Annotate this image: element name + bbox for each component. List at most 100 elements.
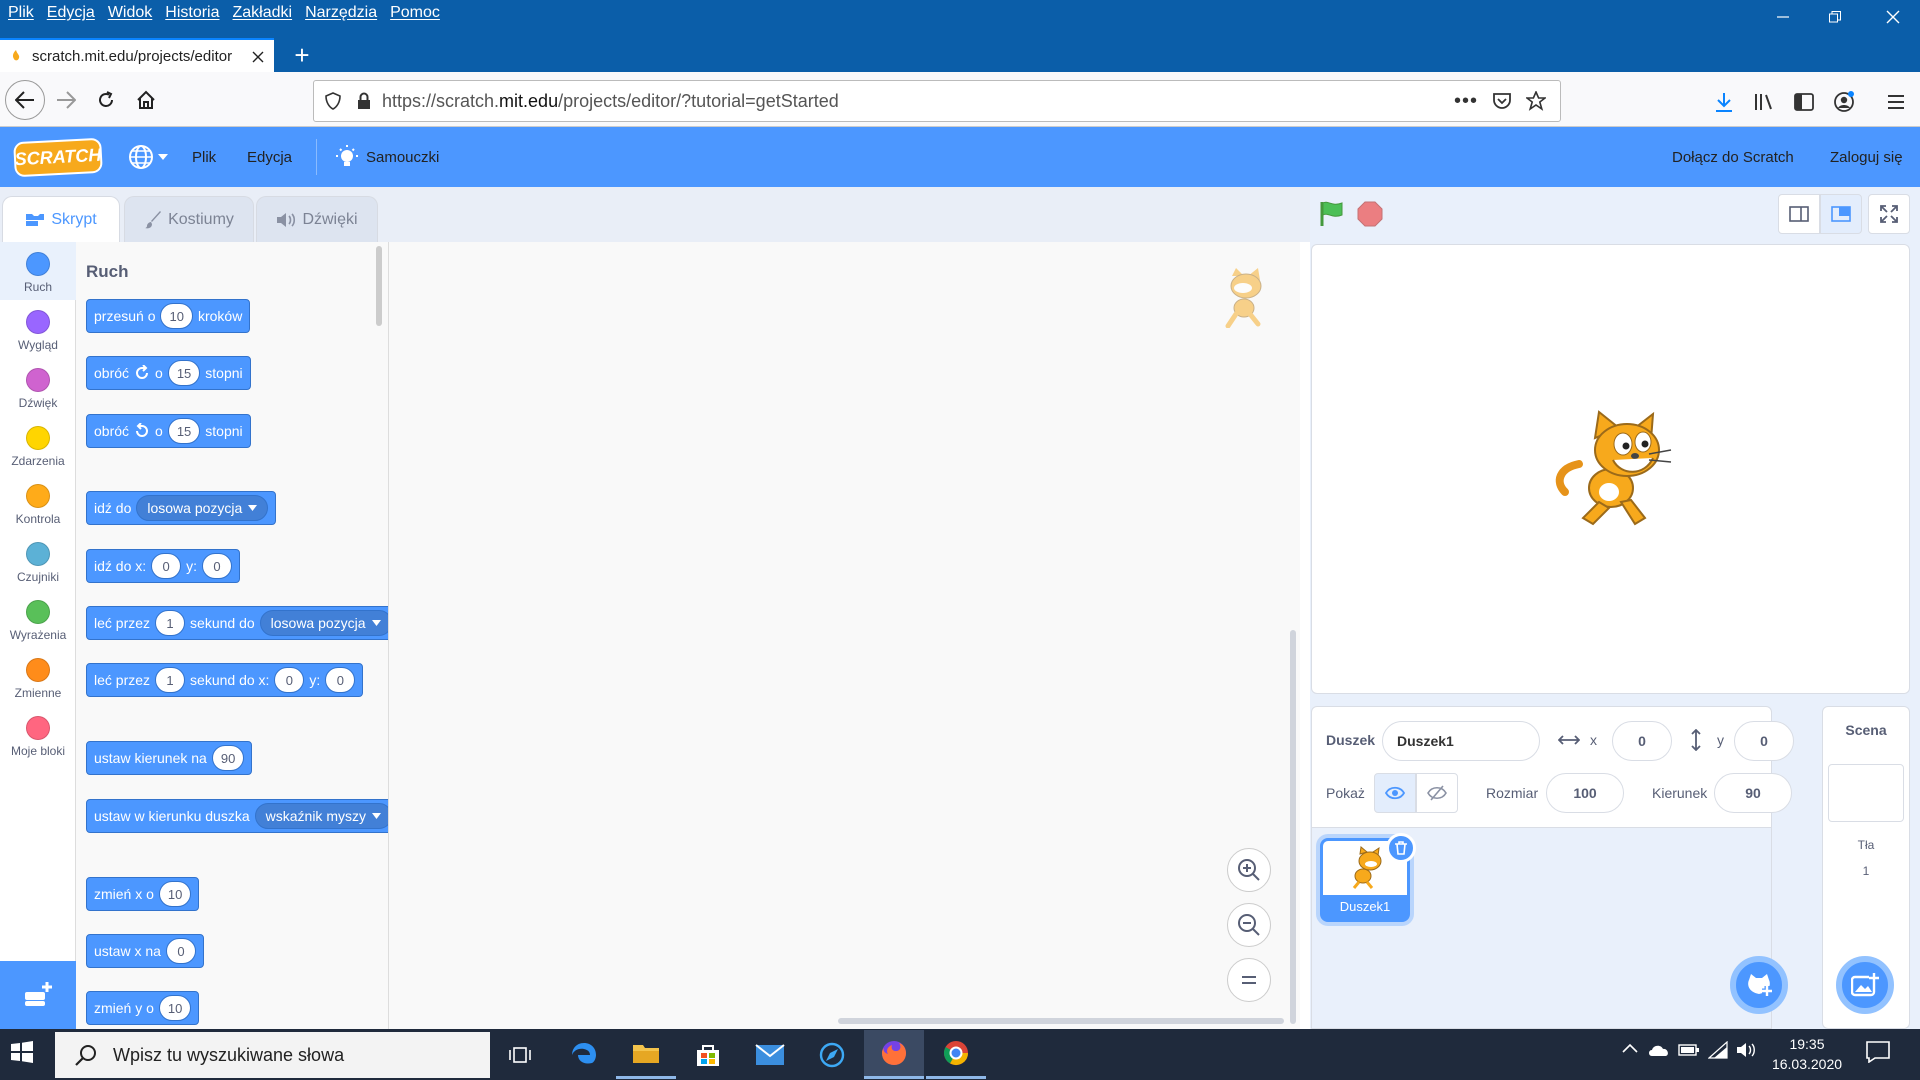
category-5[interactable]: Kontrola — [0, 474, 76, 532]
y-input[interactable]: 0 — [325, 667, 356, 693]
set-x-input[interactable]: 0 — [165, 938, 196, 964]
mail-app[interactable] — [740, 1030, 800, 1079]
account-button[interactable] — [1824, 82, 1864, 122]
menu-view[interactable]: Widok — [108, 0, 152, 25]
glide-to-dropdown[interactable]: losowa pozycja — [259, 610, 388, 636]
cat-sprite[interactable] — [1549, 406, 1681, 538]
menu-edit[interactable]: Edycja — [47, 0, 95, 25]
change-x-input[interactable]: 10 — [158, 881, 192, 907]
menu-history[interactable]: Historia — [165, 0, 219, 25]
zoom-in-button[interactable] — [1227, 848, 1271, 892]
browser-tab[interactable]: scratch.mit.edu/projects/editor — [0, 38, 274, 73]
block-turn-right[interactable]: obróć o 15 stopni — [86, 356, 251, 390]
zoom-out-button[interactable] — [1227, 903, 1271, 947]
pinned-app[interactable] — [802, 1030, 862, 1079]
tray-chevron-icon[interactable] — [1622, 1043, 1638, 1053]
volume-icon[interactable] — [1736, 1042, 1756, 1058]
chrome-app[interactable] — [926, 1030, 986, 1079]
system-clock[interactable]: 19:35 16.03.2020 — [1762, 1034, 1852, 1074]
login-button[interactable]: Zaloguj się — [1830, 127, 1903, 187]
seconds-input[interactable]: 1 — [155, 667, 186, 693]
language-menu[interactable] — [128, 127, 168, 187]
store-app[interactable] — [678, 1030, 738, 1079]
degrees-input[interactable]: 15 — [167, 418, 201, 444]
lock-icon[interactable] — [356, 92, 372, 110]
forward-button[interactable] — [46, 80, 86, 120]
new-tab-button[interactable]: + — [288, 42, 316, 70]
menu-file[interactable]: Plik — [8, 0, 34, 25]
home-button[interactable] — [126, 80, 166, 120]
reload-button[interactable] — [86, 80, 126, 120]
scratch-file-menu[interactable]: Plik — [192, 127, 216, 187]
block-change-y[interactable]: zmień y o 10 — [86, 991, 200, 1025]
onedrive-icon[interactable] — [1648, 1043, 1670, 1057]
block-point-towards[interactable]: ustaw w kierunku duszka wskaźnik myszy — [86, 799, 388, 833]
app-menu-button[interactable] — [1876, 82, 1916, 122]
block-glide-to-xy[interactable]: leć przez 1 sekund do x: 0 y: 0 — [86, 663, 364, 697]
x-input[interactable]: 0 — [151, 553, 182, 579]
category-6[interactable]: Czujniki — [0, 532, 76, 590]
stop-button[interactable] — [1357, 201, 1383, 227]
go-to-dropdown[interactable]: losowa pozycja — [136, 495, 269, 521]
script-horizontal-scrollbar[interactable] — [838, 1018, 1284, 1024]
add-extension-button[interactable] — [0, 961, 76, 1029]
battery-icon[interactable] — [1678, 1042, 1700, 1058]
menu-tools[interactable]: Narzędzia — [305, 0, 377, 25]
scratch-logo[interactable]: SCRATCH — [13, 137, 103, 178]
task-view-button[interactable] — [490, 1030, 550, 1079]
sprite-name-input[interactable]: Duszek1 — [1382, 721, 1540, 761]
category-4[interactable]: Zdarzenia — [0, 416, 76, 474]
block-turn-left[interactable]: obróć o 15 stopni — [86, 414, 251, 448]
delete-sprite-button[interactable] — [1386, 833, 1416, 863]
large-stage-button[interactable] — [1820, 194, 1862, 234]
block-move-steps[interactable]: przesuń o 10 kroków — [86, 299, 251, 333]
back-button[interactable] — [5, 80, 45, 120]
wifi-icon[interactable] — [1708, 1041, 1728, 1059]
script-vertical-scrollbar[interactable] — [1290, 630, 1296, 1024]
category-9[interactable]: Moje bloki — [0, 706, 76, 764]
x-position-input[interactable]: 0 — [1612, 721, 1672, 761]
seconds-input[interactable]: 1 — [155, 610, 186, 636]
category-3[interactable]: Dźwięk — [0, 358, 76, 416]
show-sprite-button[interactable] — [1374, 773, 1416, 813]
file-explorer-app[interactable] — [616, 1030, 676, 1079]
zoom-reset-button[interactable] — [1227, 958, 1271, 1002]
block-change-x[interactable]: zmień x o 10 — [86, 877, 200, 911]
firefox-app[interactable] — [864, 1030, 924, 1079]
block-go-to-xy[interactable]: idź do x: 0 y: 0 — [86, 549, 241, 583]
stage-canvas[interactable] — [1311, 244, 1910, 694]
change-y-input[interactable]: 10 — [158, 995, 192, 1021]
category-8[interactable]: Zmienne — [0, 648, 76, 706]
direction-input[interactable]: 90 — [211, 745, 245, 771]
block-point-in-direction[interactable]: ustaw kierunek na 90 — [86, 741, 253, 775]
close-tab-icon[interactable] — [252, 51, 264, 63]
category-1[interactable]: Ruch — [0, 242, 76, 300]
taskbar-search-box[interactable]: Wpisz tu wyszukiwane słowa — [55, 1032, 490, 1078]
green-flag-button[interactable] — [1318, 200, 1346, 228]
degrees-input[interactable]: 15 — [167, 360, 201, 386]
tab-code[interactable]: Skrypt — [2, 196, 120, 242]
library-button[interactable] — [1744, 82, 1784, 122]
scratch-edit-menu[interactable]: Edycja — [247, 127, 292, 187]
y-input[interactable]: 0 — [202, 553, 233, 579]
backdrop-thumbnail[interactable] — [1828, 764, 1904, 822]
steps-input[interactable]: 10 — [160, 303, 193, 329]
choose-sprite-button[interactable] — [1730, 956, 1788, 1014]
menu-help[interactable]: Pomoc — [390, 0, 440, 25]
join-scratch-button[interactable]: Dołącz do Scratch — [1672, 127, 1794, 187]
pocket-icon[interactable] — [1492, 92, 1512, 110]
category-2[interactable]: Wygląd — [0, 300, 76, 358]
tab-sounds[interactable]: Dźwięki — [256, 196, 378, 242]
edge-app[interactable] — [554, 1030, 614, 1079]
downloads-button[interactable] — [1704, 82, 1744, 122]
direction-input[interactable]: 90 — [1714, 773, 1792, 813]
bookmark-star-icon[interactable] — [1526, 91, 1546, 111]
fullscreen-button[interactable] — [1868, 194, 1910, 234]
url-bar[interactable]: https://scratch.mit.edu/projects/editor/… — [313, 80, 1561, 122]
size-input[interactable]: 100 — [1546, 773, 1624, 813]
category-7[interactable]: Wyrażenia — [0, 590, 76, 648]
shield-icon[interactable] — [324, 92, 342, 110]
tutorials-button[interactable]: Samouczki — [336, 127, 439, 187]
page-actions-icon[interactable]: ••• — [1454, 90, 1478, 113]
palette-scrollbar[interactable] — [376, 246, 382, 326]
